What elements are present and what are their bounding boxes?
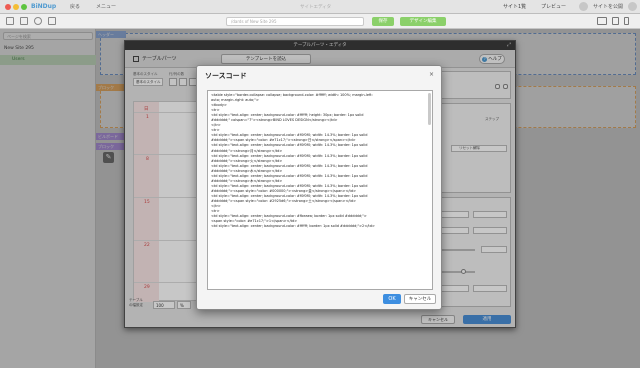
back-button[interactable]: 戻る (70, 3, 80, 10)
save-button[interactable]: 保存 (372, 17, 394, 26)
layout-icon[interactable] (20, 17, 28, 25)
publish-site-link[interactable]: サイトを公開 (593, 3, 623, 10)
preview-link[interactable]: プレビュー (541, 3, 566, 10)
source-code-dialog: ソースコード × <table style="border-collapse: … (196, 65, 442, 310)
main-toolbar: /dards of New Site 295 保存 デザイン編集 (0, 14, 640, 29)
cancel-button[interactable]: キャンセル (404, 294, 436, 304)
settings-icon[interactable] (34, 17, 42, 25)
minimize-window-icon[interactable] (13, 4, 19, 10)
maximize-window-icon[interactable] (21, 4, 27, 10)
ok-button[interactable]: OK (383, 294, 401, 304)
page-path-field[interactable]: /dards of New Site 295 (226, 17, 364, 26)
dialog-title: ソースコード (205, 72, 247, 80)
tablet-view-icon[interactable] (612, 17, 619, 25)
user-avatar-icon[interactable] (628, 2, 637, 11)
menu-button[interactable]: メニュー (96, 3, 116, 10)
source-code-text[interactable]: <table style="border-collapse: collapse;… (211, 93, 429, 229)
close-window-icon[interactable] (5, 4, 11, 10)
gear-icon[interactable] (579, 2, 588, 11)
mobile-view-icon[interactable] (624, 17, 629, 25)
sidebar-toggle-icon[interactable] (6, 17, 14, 25)
desktop-view-icon[interactable] (597, 17, 607, 25)
design-edit-button[interactable]: デザイン編集 (400, 17, 446, 26)
source-code-textarea[interactable]: <table style="border-collapse: collapse;… (207, 90, 433, 290)
site-info-link[interactable]: サイト1覧 (503, 3, 526, 10)
close-icon[interactable]: × (429, 71, 434, 78)
window-title: サイトエディタ (300, 5, 332, 10)
image-icon[interactable] (48, 17, 56, 25)
app-title-bar: BiNDup 戻る メニュー サイトエディタ サイト1覧 プレビュー サイトを公… (0, 0, 640, 14)
textarea-scrollbar[interactable] (428, 93, 431, 125)
app-logo: BiNDup (31, 3, 57, 10)
